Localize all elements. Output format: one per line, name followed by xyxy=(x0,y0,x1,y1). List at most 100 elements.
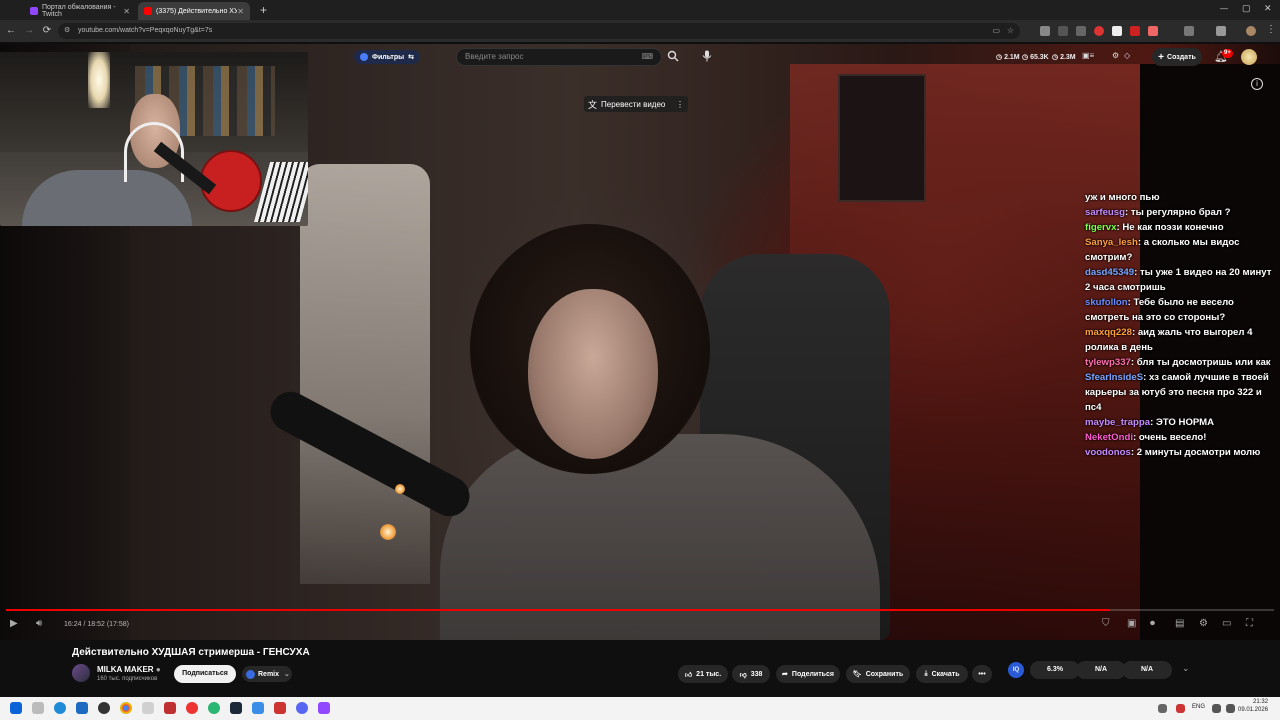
language-indicator[interactable]: ENG xyxy=(1192,704,1205,710)
tab-youtube[interactable]: (3375) Действительно ХУДШАЯ ✕ xyxy=(138,2,250,20)
extension-logo-icon[interactable]: IQ xyxy=(1008,662,1024,678)
search-icon[interactable] xyxy=(666,50,680,65)
extension-icon[interactable]: ▣≡ xyxy=(1082,51,1094,60)
filters-button[interactable]: Фильтры ⇆ xyxy=(354,50,420,64)
maximize-button[interactable]: ▢ xyxy=(1242,3,1251,14)
theater-mode-icon[interactable]: ▭ xyxy=(1222,618,1231,629)
chat-username[interactable]: figervx xyxy=(1085,222,1116,233)
extension-icon[interactable]: ◇ xyxy=(1124,51,1130,60)
chat-username[interactable]: maybe_trappa xyxy=(1085,417,1150,428)
channel-avatar[interactable] xyxy=(72,664,90,682)
chat-username[interactable]: sarfeusg xyxy=(1085,207,1125,218)
save-button[interactable]: 🔖︎ Сохранить xyxy=(846,665,910,683)
microphone-icon[interactable] xyxy=(700,50,714,65)
discord-icon[interactable] xyxy=(296,702,308,714)
extension-icon[interactable] xyxy=(1112,26,1122,36)
store-icon[interactable] xyxy=(76,702,88,714)
chat-username[interactable]: skufollon xyxy=(1085,297,1128,308)
chevron-down-icon[interactable]: ⌄ xyxy=(1182,663,1190,674)
ext-stat: N/A xyxy=(1122,661,1172,679)
app-icon[interactable] xyxy=(164,702,176,714)
new-tab-button[interactable]: + xyxy=(260,3,267,17)
chat-username[interactable]: SfearInsideS xyxy=(1085,372,1143,383)
profile-avatar[interactable] xyxy=(1246,26,1256,36)
extension-icon[interactable] xyxy=(1130,26,1140,36)
translate-video-button[interactable]: 文 Перевести видео ⋮ xyxy=(584,96,688,112)
site-info-icon[interactable]: ⚙ xyxy=(64,23,70,39)
more-actions-button[interactable]: ••• xyxy=(972,665,992,683)
subscribe-button[interactable]: Подписаться xyxy=(174,665,236,683)
like-button[interactable]: 👍︎ 21 тыс. xyxy=(678,665,728,683)
fullscreen-icon[interactable]: ⛶ xyxy=(1246,618,1253,629)
cast-icon[interactable]: ▭ xyxy=(992,23,1000,39)
chat-username[interactable]: NeketOndi xyxy=(1085,432,1133,443)
dislike-button[interactable]: 👎︎ 338 xyxy=(732,665,770,683)
forward-button[interactable]: → xyxy=(22,24,36,38)
chat-text: Не как поэзи конечно xyxy=(1122,222,1224,233)
app-icon[interactable] xyxy=(98,702,110,714)
search-icon[interactable] xyxy=(32,702,44,714)
filter-icon xyxy=(360,53,368,61)
chat-username[interactable]: voodonos xyxy=(1085,447,1131,458)
reload-button[interactable]: ⟳ xyxy=(40,24,54,38)
app-icon[interactable] xyxy=(142,702,154,714)
clock[interactable]: 21:32 09.01.2026 xyxy=(1238,698,1268,714)
keyboard-icon[interactable]: ⌨ xyxy=(641,49,653,65)
settings-icon[interactable]: ⚙ xyxy=(1199,618,1208,629)
chat-username[interactable]: tylewp337 xyxy=(1085,357,1131,368)
extension-icon[interactable] xyxy=(1058,26,1068,36)
app-icon[interactable] xyxy=(186,702,198,714)
close-tab-icon[interactable]: ✕ xyxy=(123,7,130,16)
start-icon[interactable] xyxy=(10,702,22,714)
bookmark-star-icon[interactable]: ☆ xyxy=(1007,23,1014,39)
poster xyxy=(838,74,926,202)
close-window-button[interactable]: ✕ xyxy=(1264,3,1272,14)
info-icon[interactable]: i xyxy=(1251,78,1263,90)
app-icon[interactable] xyxy=(208,702,220,714)
shield-icon[interactable]: ⛉ xyxy=(1102,618,1110,629)
chat-message: voodonos: 2 минуты досмотри молю xyxy=(1085,445,1275,460)
app-icon[interactable] xyxy=(252,702,264,714)
app-icon[interactable] xyxy=(274,702,286,714)
tab-twitch[interactable]: Портал обжалования - Twitch ✕ xyxy=(24,2,136,20)
minimize-button[interactable]: — xyxy=(1220,4,1228,13)
close-tab-icon[interactable]: ✕ xyxy=(237,7,244,16)
volume-icon[interactable] xyxy=(1226,704,1235,713)
miniplayer-icon[interactable]: ▣ xyxy=(1127,618,1136,629)
browser-menu-icon[interactable]: ⋮ xyxy=(1266,24,1276,35)
share-button[interactable]: ➦ Поделиться xyxy=(776,665,840,683)
edge-icon[interactable] xyxy=(54,702,66,714)
extension-icon[interactable] xyxy=(1076,26,1086,36)
extension-icon[interactable] xyxy=(1040,26,1050,36)
chat-username[interactable]: dasd45349 xyxy=(1085,267,1134,278)
chat-username[interactable]: Sanya_lesh xyxy=(1085,237,1138,248)
search-input[interactable]: Введите запрос ⌨ xyxy=(456,48,662,66)
back-button[interactable]: ← xyxy=(4,24,18,38)
autoplay-toggle[interactable]: ⏺ xyxy=(1150,618,1155,629)
chrome-icon[interactable] xyxy=(120,702,132,714)
tray-chevron-icon[interactable] xyxy=(1158,704,1167,713)
wifi-icon[interactable] xyxy=(1212,704,1221,713)
tray-app-icon[interactable] xyxy=(1176,704,1185,713)
twitch-icon[interactable] xyxy=(318,702,330,714)
chevron-down-icon: ⌄ xyxy=(284,671,290,678)
settings-icon[interactable]: ⚙ xyxy=(1112,51,1119,60)
volume-icon[interactable]: 🔊︎ xyxy=(36,618,42,629)
download-button[interactable]: ⤓ Скачать xyxy=(916,665,968,683)
url-field[interactable]: ⚙ youtube.com/watch?v=PeqxqoNuyTg&t=7s ▭… xyxy=(58,23,1020,39)
subtitles-icon[interactable]: ▤ xyxy=(1175,618,1184,629)
chat-username[interactable]: maxqq228 xyxy=(1085,327,1132,338)
extension-icon[interactable] xyxy=(1094,26,1104,36)
account-avatar[interactable] xyxy=(1241,49,1257,65)
channel-name[interactable]: MILKA MAKER ● xyxy=(97,665,161,674)
extension-icon[interactable] xyxy=(1148,26,1158,36)
download-icon[interactable] xyxy=(1216,26,1226,36)
more-vert-icon[interactable]: ⋮ xyxy=(676,100,684,109)
steam-icon[interactable] xyxy=(230,702,242,714)
clock-date: 09.01.2026 xyxy=(1238,707,1269,713)
play-icon[interactable]: ▶ xyxy=(10,618,18,629)
create-button[interactable]: + Создать xyxy=(1152,48,1202,66)
progress-bar[interactable] xyxy=(6,609,1274,611)
extensions-puzzle-icon[interactable] xyxy=(1184,26,1194,36)
remix-button[interactable]: Remix ⌄ xyxy=(242,666,292,682)
